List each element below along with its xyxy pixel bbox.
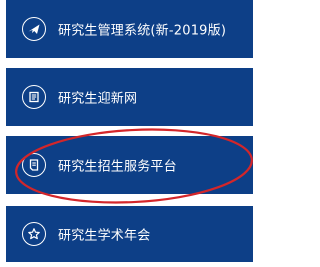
link-graduate-admissions-platform[interactable]: 研究生招生服务平台 xyxy=(6,136,253,194)
airplane-icon xyxy=(22,17,46,41)
newspaper-icon xyxy=(22,85,46,109)
link-graduate-management-system[interactable]: 研究生管理系统(新-2019版) xyxy=(6,0,253,58)
quick-links-panel: 研究生管理系统(新-2019版) 研究生迎新网 研究生招生服务平台 研究生学术年… xyxy=(0,0,253,267)
star-icon xyxy=(22,222,46,246)
document-icon xyxy=(22,153,46,177)
link-label: 研究生招生服务平台 xyxy=(58,159,177,175)
link-label: 研究生学术年会 xyxy=(58,228,151,244)
link-graduate-academic-conference[interactable]: 研究生学术年会 xyxy=(6,206,253,262)
link-label: 研究生迎新网 xyxy=(58,91,138,107)
link-label: 研究生管理系统(新-2019版) xyxy=(58,23,227,39)
link-graduate-welcome-site[interactable]: 研究生迎新网 xyxy=(6,68,253,126)
